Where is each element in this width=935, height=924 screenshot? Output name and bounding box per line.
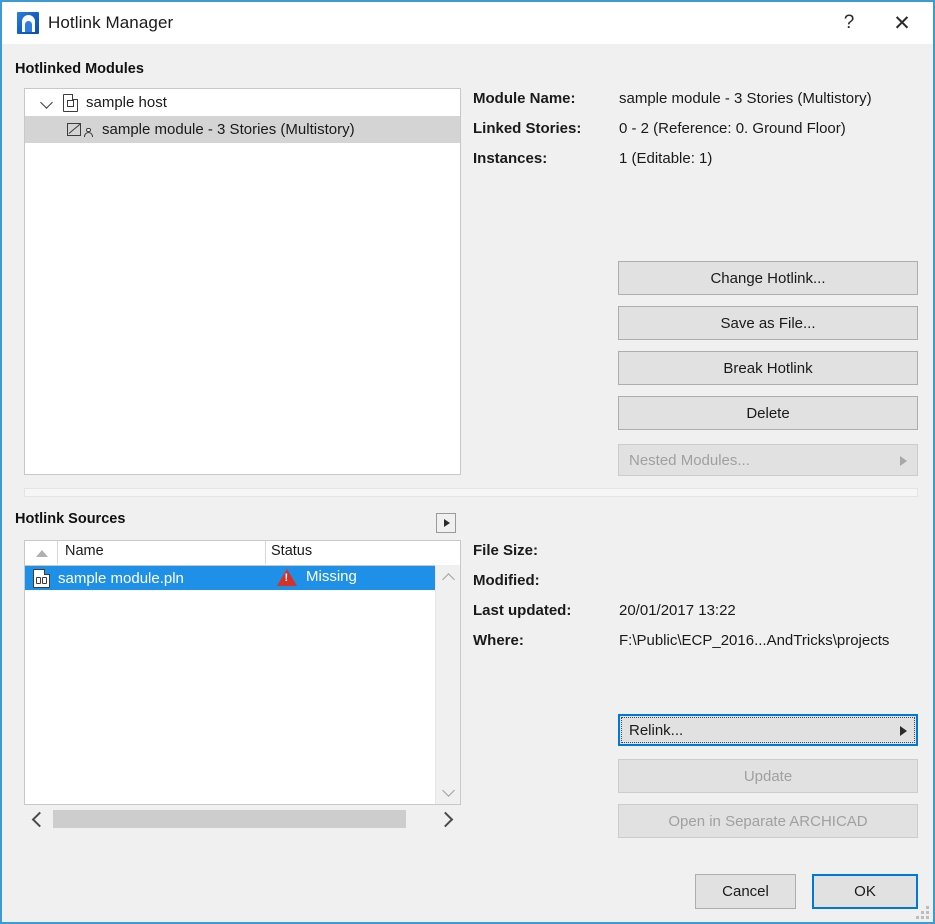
title-bar: Hotlink Manager ? ✕ (2, 0, 933, 44)
instances-key: Instances: (473, 150, 548, 167)
help-icon[interactable]: ? (826, 2, 872, 44)
table-row[interactable]: sample module.pln Missing (25, 566, 460, 590)
last-updated-key: Last updated: (473, 602, 572, 619)
column-divider (265, 541, 266, 564)
hotlink-manager-dialog: Hotlink Manager ? ✕ Hotlinked Modules sa… (0, 0, 935, 924)
linked-stories-value: 0 - 2 (Reference: 0. Ground Floor) (619, 120, 846, 137)
open-separate-archicad-button: Open in Separate ARCHICAD (618, 804, 918, 838)
triangle-right-icon (900, 455, 907, 466)
change-hotlink-button[interactable]: Change Hotlink... (618, 261, 918, 295)
column-header-status[interactable]: Status (271, 543, 312, 559)
pln-file-icon (33, 568, 50, 588)
tree-item-label: sample module - 3 Stories (Multistory) (102, 121, 355, 138)
last-updated-value: 20/01/2017 13:22 (619, 602, 736, 619)
hotlink-sources-label: Hotlink Sources (15, 511, 126, 527)
hotlinked-modules-tree[interactable]: sample host sample module - 3 Stories (M… (24, 88, 461, 475)
sources-horizontal-scrollbar[interactable] (24, 806, 461, 832)
update-button: Update (618, 759, 918, 793)
warning-icon (277, 569, 297, 586)
module-name-value: sample module - 3 Stories (Multistory) (619, 90, 872, 107)
triangle-right-icon (444, 519, 450, 527)
sources-popup-button[interactable] (436, 513, 456, 533)
linked-stories-key: Linked Stories: (473, 120, 582, 137)
scroll-left-icon[interactable] (24, 806, 50, 832)
sources-vertical-scrollbar[interactable] (435, 565, 460, 804)
relink-label: Relink... (629, 721, 684, 739)
nested-modules-button: Nested Modules... (618, 444, 918, 476)
sort-column-header[interactable] (25, 541, 58, 564)
sort-ascending-icon (36, 550, 48, 557)
where-value: F:\Public\ECP_2016...AndTricks\projects (619, 632, 890, 649)
tree-item-label: sample host (86, 94, 167, 111)
resize-grip[interactable] (916, 906, 929, 919)
instances-value: 1 (Editable: 1) (619, 150, 713, 167)
hotlink-sources-list[interactable]: Name Status sample module.pln Missing (24, 540, 461, 805)
chevron-down-icon[interactable] (41, 96, 55, 110)
nested-modules-label: Nested Modules... (629, 451, 750, 469)
hotlinked-module-icon (67, 122, 93, 137)
where-key: Where: (473, 632, 524, 649)
source-name-cell: sample module.pln (58, 569, 184, 587)
file-size-key: File Size: (473, 542, 539, 559)
delete-button[interactable]: Delete (618, 396, 918, 430)
scrollbar-thumb[interactable] (53, 810, 406, 828)
tree-item-sample-module[interactable]: sample module - 3 Stories (Multistory) (25, 116, 460, 143)
scroll-right-icon[interactable] (435, 806, 461, 832)
modified-key: Modified: (473, 572, 540, 589)
relink-button[interactable]: Relink... (618, 714, 918, 746)
tree-item-sample-host[interactable]: sample host (25, 89, 460, 116)
archicad-logo-icon (17, 12, 39, 34)
triangle-right-icon (900, 725, 907, 736)
sources-table-header: Name Status (25, 541, 460, 566)
save-as-file-button[interactable]: Save as File... (618, 306, 918, 340)
panel-splitter[interactable] (24, 488, 918, 497)
document-icon (63, 93, 78, 112)
module-name-key: Module Name: (473, 90, 576, 107)
close-icon[interactable]: ✕ (879, 2, 925, 44)
source-status-cell: Missing (306, 568, 357, 585)
ok-button[interactable]: OK (812, 874, 918, 909)
scroll-up-icon[interactable] (436, 565, 460, 589)
break-hotlink-button[interactable]: Break Hotlink (618, 351, 918, 385)
hotlinked-modules-label: Hotlinked Modules (15, 61, 144, 77)
scroll-down-icon[interactable] (436, 780, 460, 804)
cancel-button[interactable]: Cancel (695, 874, 796, 909)
column-header-name[interactable]: Name (65, 543, 104, 559)
window-title: Hotlink Manager (48, 13, 174, 32)
